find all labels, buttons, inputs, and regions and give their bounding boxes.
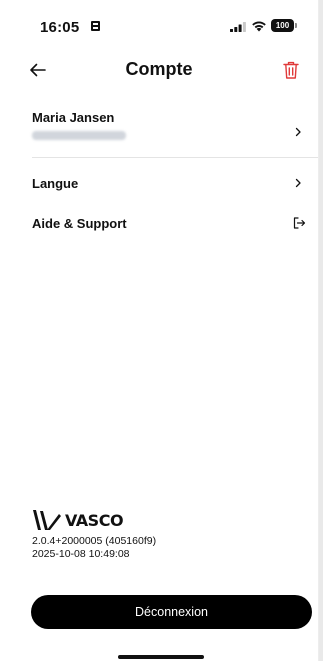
battery-icon: 100 <box>271 19 294 32</box>
account-email-blurred <box>32 131 126 140</box>
divider <box>32 157 318 158</box>
signal-icon <box>230 22 246 32</box>
logout-button[interactable]: Déconnexion <box>31 595 312 629</box>
app-version: 2.0.4+2000005 (405160f9) <box>32 535 157 547</box>
sim-icon <box>91 21 100 31</box>
help-support-row[interactable]: Aide & Support <box>32 216 306 234</box>
chevron-right-icon <box>295 178 301 188</box>
page-title: Compte <box>125 59 193 79</box>
vasco-logo: VASCO <box>32 508 132 532</box>
header: Compte <box>0 50 318 94</box>
language-label: Langue <box>32 176 79 191</box>
build-date: 2025-10-08 10:49:08 <box>32 548 130 560</box>
account-row[interactable]: Maria Jansen <box>32 110 302 150</box>
external-link-icon <box>293 217 306 229</box>
app-screen: 16:05 100 Compte Maria Jansen Langue Aid… <box>0 0 319 661</box>
logo-text: VASCO <box>65 511 124 530</box>
language-row[interactable]: Langue <box>32 176 302 194</box>
wifi-icon <box>252 21 266 32</box>
account-name: Maria Jansen <box>32 110 115 125</box>
chevron-right-icon <box>295 127 301 137</box>
status-time: 16:05 <box>40 19 80 36</box>
home-indicator <box>118 655 204 659</box>
vasco-logo-mark <box>33 510 61 530</box>
status-bar: 16:05 100 <box>0 0 318 50</box>
battery-tip <box>295 23 297 28</box>
help-support-label: Aide & Support <box>32 216 127 231</box>
trash-icon[interactable] <box>282 60 300 80</box>
